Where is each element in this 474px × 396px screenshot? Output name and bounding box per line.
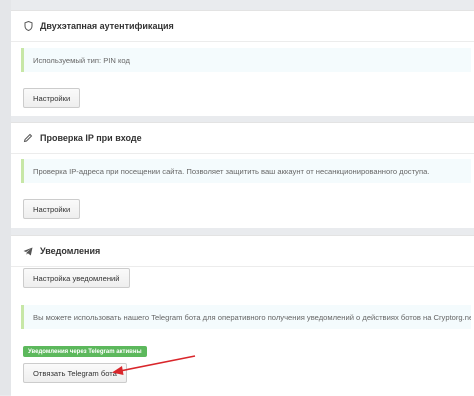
two-factor-info: Используемый тип: PIN код xyxy=(21,48,471,72)
telegram-status-badge: Уведомления через Telegram активны xyxy=(23,346,147,357)
unlink-telegram-button[interactable]: Отвязать Telegram бота xyxy=(23,363,127,383)
notifications-card: Уведомления Настройка уведомлений Вы мож… xyxy=(11,235,474,396)
security-settings-page: Двухэтапная аутентификация Используемый … xyxy=(11,0,474,396)
notification-settings-button[interactable]: Настройка уведомлений xyxy=(23,268,130,288)
ip-check-title: Проверка IP при входе xyxy=(40,133,142,143)
notifications-header: Уведомления xyxy=(11,236,474,267)
shield-icon xyxy=(23,21,33,31)
ip-check-settings-button[interactable]: Настройки xyxy=(23,199,81,219)
notifications-title: Уведомления xyxy=(40,246,101,256)
telegram-info: Вы можете использовать нашего Telegram б… xyxy=(21,305,471,329)
telegram-icon xyxy=(23,246,33,256)
two-factor-title: Двухэтапная аутентификация xyxy=(40,21,174,31)
ip-check-header: Проверка IP при входе xyxy=(11,123,474,154)
ip-check-info: Проверка IP-адреса при посещении сайта. … xyxy=(21,159,471,183)
left-sidebar-edge xyxy=(0,0,11,395)
two-factor-header: Двухэтапная аутентификация xyxy=(11,11,474,42)
ip-check-card: Проверка IP при входе Проверка IP-адреса… xyxy=(11,122,474,228)
two-factor-settings-button[interactable]: Настройки xyxy=(23,88,81,108)
pen-icon xyxy=(23,133,33,143)
two-factor-card: Двухэтапная аутентификация Используемый … xyxy=(11,10,474,116)
